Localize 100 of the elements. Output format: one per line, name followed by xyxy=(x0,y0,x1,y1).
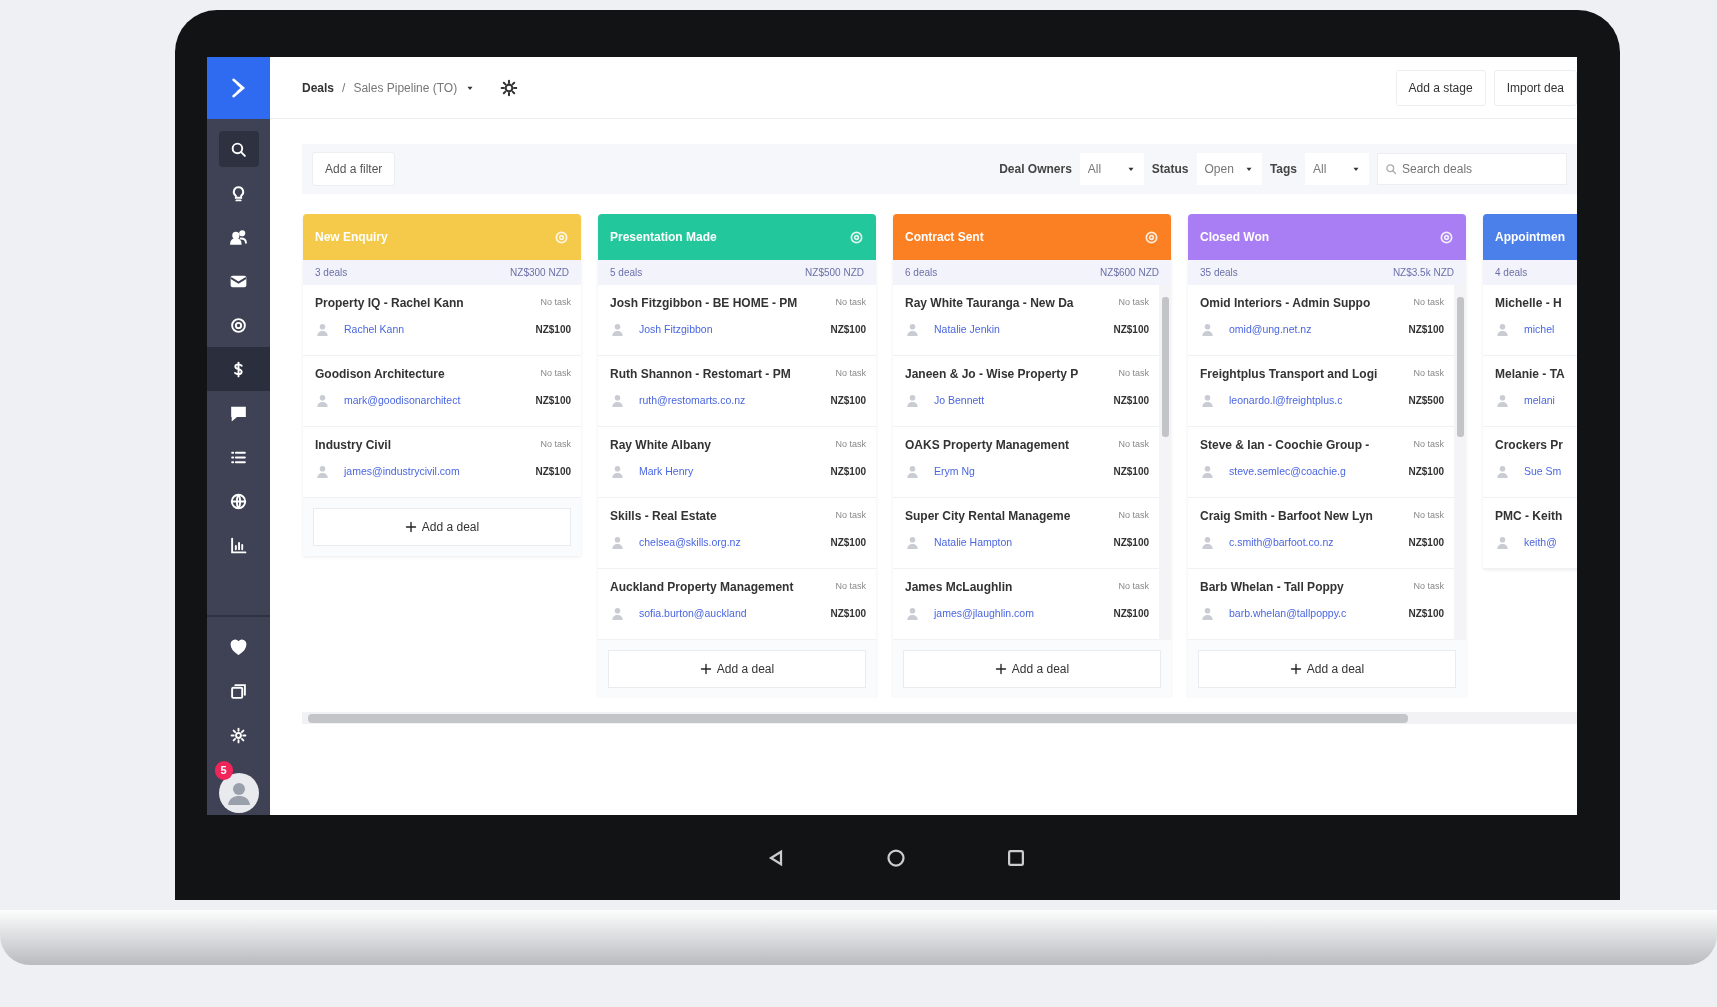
contact-link[interactable]: leonardo.l@freightplus.c xyxy=(1229,393,1343,409)
contact-link[interactable]: Rachel Kann xyxy=(344,322,405,338)
deal-title: Janeen & Jo - Wise Property P xyxy=(905,366,1079,383)
contact-link[interactable]: chelsea@skills.org.nz xyxy=(639,535,741,551)
pipeline-name[interactable]: Sales Pipeline (TO) xyxy=(353,78,458,97)
deal-card[interactable]: Super City Rental Manageme No task Natalie Hampton NZ$100 xyxy=(893,498,1159,569)
deal-card[interactable]: Josh Fitzgibbon - BE HOME - PM No task Josh Fitzgibbon NZ$100 xyxy=(598,285,876,356)
contact-link[interactable]: Mark Henry xyxy=(639,464,694,480)
globe-icon xyxy=(230,492,247,510)
contact-link[interactable]: sofia.burton@auckland xyxy=(639,606,747,622)
add-deal-button[interactable]: Add a deal xyxy=(313,508,571,546)
deal-title: OAKS Property Management xyxy=(905,437,1070,454)
deal-amount: NZ$100 xyxy=(1113,323,1149,338)
heart-icon xyxy=(230,638,247,656)
deal-amount: NZ$100 xyxy=(1113,394,1149,409)
vertical-scrollbar[interactable] xyxy=(1159,285,1171,640)
deal-amount: NZ$100 xyxy=(535,323,571,338)
contact-link[interactable]: james@industrycivil.com xyxy=(344,464,460,480)
contact-link[interactable]: Josh Fitzgibbon xyxy=(639,322,713,338)
filter-label: Deal Owners xyxy=(999,161,1072,178)
add-deal-button[interactable]: Add a deal xyxy=(1198,650,1456,688)
task-status: No task xyxy=(540,438,571,452)
person-icon xyxy=(315,322,330,338)
header-button[interactable]: Import dea xyxy=(1493,69,1577,106)
add-deal-button[interactable]: Add a deal xyxy=(608,650,866,688)
deal-count: 5 deals xyxy=(610,266,643,280)
deal-card[interactable]: Crockers Pr Sue Sm xyxy=(1483,427,1577,498)
search-icon xyxy=(230,140,247,158)
deal-title: Property IQ - Rachel Kann xyxy=(315,295,464,312)
vertical-scrollbar[interactable] xyxy=(1454,285,1466,640)
header-button[interactable]: Add a stage xyxy=(1395,69,1486,106)
deal-card[interactable]: Barb Whelan - Tall Poppy No task barb.whelan@tallpoppy.c NZ$100 xyxy=(1188,569,1454,640)
person-icon xyxy=(905,322,920,338)
deal-amount: NZ$100 xyxy=(1113,465,1149,480)
deal-card[interactable]: Michelle - H michel xyxy=(1483,285,1577,356)
plus-icon xyxy=(1289,663,1302,675)
breadcrumb-separator: / xyxy=(342,79,346,97)
deal-card[interactable]: Ray White Tauranga - New Da No task Natalie Jenkin NZ$100 xyxy=(893,285,1159,356)
home-icon xyxy=(885,848,906,869)
deal-card[interactable]: Industry Civil No task james@industrycivil.com NZ$100 xyxy=(303,427,581,498)
contact-link[interactable]: ruth@restomarts.co.nz xyxy=(639,393,746,409)
deal-card[interactable]: Skills - Real Estate No task chelsea@skills.org.nz NZ$100 xyxy=(598,498,876,569)
contact-link[interactable]: Jo Bennett xyxy=(934,393,985,409)
avatar-icon[interactable] xyxy=(218,773,259,813)
copy-icon xyxy=(230,682,247,700)
deal-card[interactable]: Freightplus Transport and Logi No task leonardo.l@freightplus.c NZ$500 xyxy=(1188,356,1454,427)
contact-link[interactable]: Erym Ng xyxy=(934,464,975,480)
contact-link[interactable]: Sue Sm xyxy=(1524,464,1562,480)
bar-chart-icon xyxy=(230,536,247,554)
deal-card[interactable]: Omid Interiors - Admin Suppo No task omid@ung.net.nz NZ$100 xyxy=(1188,285,1454,356)
contact-link[interactable]: mark@goodisonarchitect xyxy=(344,393,461,409)
stage-title: Contract Sent xyxy=(905,229,984,246)
stage-title: Closed Won xyxy=(1200,229,1270,246)
task-status: No task xyxy=(540,296,571,310)
filter-dropdown[interactable]: Open xyxy=(1196,153,1262,185)
deal-card[interactable]: Ruth Shannon - Restomart - PM No task ruth@restomarts.co.nz NZ$100 xyxy=(598,356,876,427)
contact-link[interactable]: james@jlaughlin.com xyxy=(934,606,1034,622)
filter-dropdown[interactable]: All xyxy=(1305,153,1369,185)
deal-card[interactable]: OAKS Property Management No task Erym Ng NZ$100 xyxy=(893,427,1159,498)
person-icon xyxy=(610,322,625,338)
horizontal-scrollbar[interactable] xyxy=(302,712,1577,724)
task-status: No task xyxy=(1413,367,1444,381)
contact-link[interactable]: michel xyxy=(1524,322,1555,338)
deal-card[interactable]: Property IQ - Rachel Kann No task Rachel Kann NZ$100 xyxy=(303,285,581,356)
deal-card[interactable]: PMC - Keith keith@ xyxy=(1483,498,1577,569)
deal-card[interactable]: Goodison Architecture No task mark@goodisonarchitect NZ$100 xyxy=(303,356,581,427)
contact-link[interactable]: omid@ung.net.nz xyxy=(1229,322,1312,338)
deal-card[interactable]: Steve & Ian - Coochie Group - No task steve.semlec@coachie.g NZ$100 xyxy=(1188,427,1454,498)
person-icon xyxy=(1200,606,1215,622)
deal-card[interactable]: Ray White Albany No task Mark Henry NZ$100 xyxy=(598,427,876,498)
deal-card[interactable]: Auckland Property Management No task sofia.burton@auckland NZ$100 xyxy=(598,569,876,640)
deal-title: Crockers Pr xyxy=(1495,437,1564,454)
contact-link[interactable]: Natalie Jenkin xyxy=(934,322,1000,338)
contact-link[interactable]: barb.whelan@tallpoppy.c xyxy=(1229,606,1347,622)
deal-amount: NZ$100 xyxy=(830,536,866,551)
add-deal-button[interactable]: Add a deal xyxy=(903,650,1161,688)
deal-title: Steve & Ian - Coochie Group - xyxy=(1200,437,1370,454)
task-status: No task xyxy=(1413,509,1444,523)
breadcrumb-link[interactable]: Deals xyxy=(302,78,335,97)
deal-amount: NZ$100 xyxy=(830,465,866,480)
deal-card[interactable]: Craig Smith - Barfoot New Lyn No task c.smith@barfoot.co.nz NZ$100 xyxy=(1188,498,1454,569)
deal-amount: NZ$100 xyxy=(1408,465,1444,480)
person-icon xyxy=(1495,322,1510,338)
contact-link[interactable]: steve.semlec@coachie.g xyxy=(1229,464,1346,480)
deal-card[interactable]: Melanie - TA melani xyxy=(1483,356,1577,427)
sidebar-item[interactable] xyxy=(207,347,270,391)
deal-title: Omid Interiors - Admin Suppo xyxy=(1200,295,1371,312)
contact-link[interactable]: Natalie Hampton xyxy=(934,535,1013,551)
contact-link[interactable]: melani xyxy=(1524,393,1555,409)
deal-card[interactable]: James McLaughlin No task james@jlaughlin.com NZ$100 xyxy=(893,569,1159,640)
person-icon xyxy=(905,535,920,551)
task-status: No task xyxy=(835,580,866,594)
filter-dropdown[interactable]: All xyxy=(1079,153,1144,185)
add-filter-button[interactable]: Add a filter xyxy=(312,152,396,186)
deal-card[interactable]: Janeen & Jo - Wise Property P No task Jo Bennett NZ$100 xyxy=(893,356,1159,427)
contact-link[interactable]: keith@ xyxy=(1524,535,1557,551)
contact-link[interactable]: c.smith@barfoot.co.nz xyxy=(1229,535,1334,551)
task-status: No task xyxy=(1118,438,1149,452)
deal-title: James McLaughlin xyxy=(905,579,1013,596)
search-field[interactable]: Search deals xyxy=(1377,153,1567,185)
